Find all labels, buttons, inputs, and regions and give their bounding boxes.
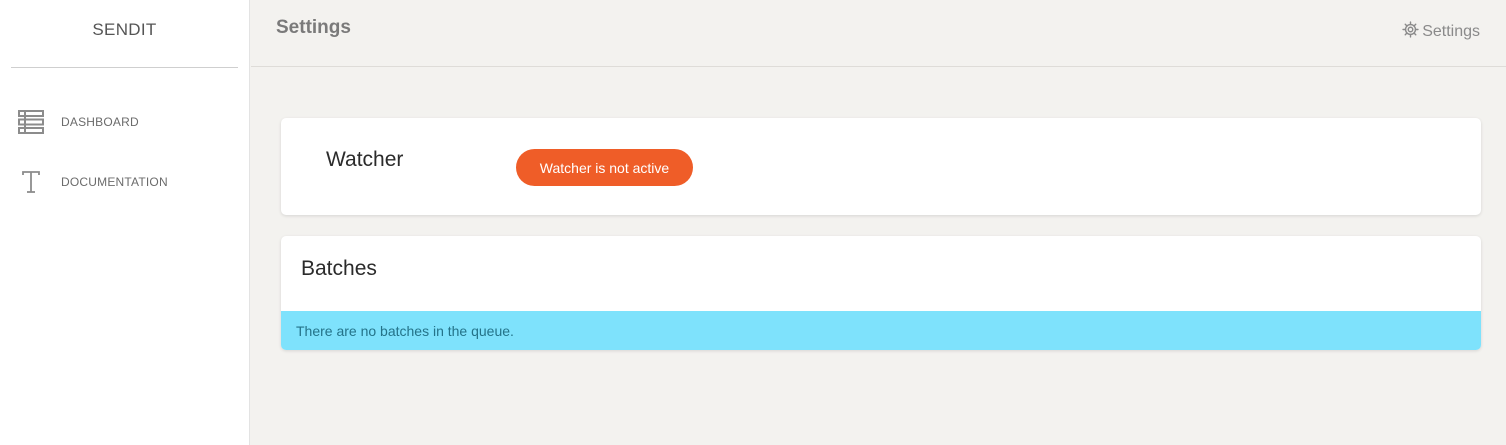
settings-link-label: Settings [1422,23,1480,40]
sidebar-item-label: DOCUMENTATION [61,175,168,189]
watcher-card: Watcher Watcher is not active [281,118,1481,215]
batches-title: Batches [301,257,377,280]
batches-card: Batches There are no batches in the queu… [281,236,1481,350]
sidebar-item-documentation[interactable]: DOCUMENTATION [0,167,249,197]
watcher-status-button[interactable]: Watcher is not active [516,149,693,186]
page-title: Settings [276,17,351,38]
brand-logo[interactable]: SENDIT [0,0,249,60]
sidebar-nav: DASHBOARD DOCUMENTATION [0,107,249,197]
sidebar: SENDIT DASHBOARD DOCUMENTATION [0,0,250,445]
empty-batches-alert: There are no batches in the queue. [281,311,1481,350]
settings-link[interactable]: Settings [1402,21,1480,43]
top-bar: Settings Settings [251,0,1506,67]
brand-divider [11,67,238,68]
text-icon [18,169,44,195]
sidebar-item-label: DASHBOARD [61,115,139,129]
watcher-title: Watcher [326,148,404,171]
sidebar-item-dashboard[interactable]: DASHBOARD [0,107,249,137]
gear-icon [1402,21,1422,43]
list-icon [18,109,44,135]
